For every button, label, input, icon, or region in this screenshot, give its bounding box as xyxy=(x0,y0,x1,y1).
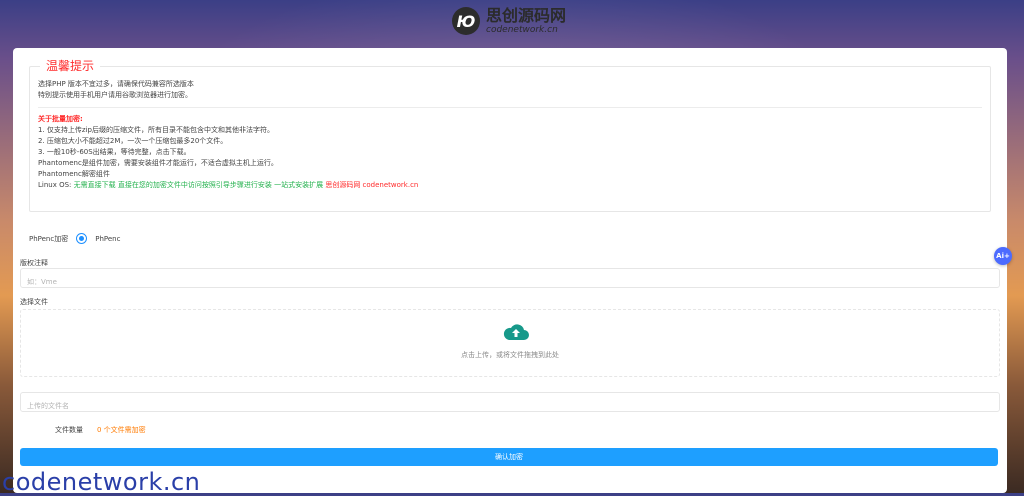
file-count-label: 文件数量 xyxy=(55,426,83,434)
cloud-upload-icon xyxy=(503,324,529,340)
radio-selected-dot xyxy=(79,236,85,241)
encrypt-type-label: PhPenc加密 xyxy=(29,234,69,243)
batch-title: 关于批量加密: xyxy=(38,115,83,123)
tips-fieldset: 温馨提示 选择PHP 版本不宜过多，请确保代码兼容所选版本 特别提示使用手机用户… xyxy=(29,57,991,212)
upload-hint: 点击上传，或将文件拖拽到此处 xyxy=(461,351,559,359)
filename-field[interactable] xyxy=(20,392,1000,415)
encrypt-type-row: PhPenc加密 PhPenc xyxy=(29,233,120,244)
tips-content: 选择PHP 版本不宜过多，请确保代码兼容所选版本 特别提示使用手机用户请用谷歌浏… xyxy=(38,79,982,191)
main-panel: 温馨提示 选择PHP 版本不宜过多，请确保代码兼容所选版本 特别提示使用手机用户… xyxy=(13,48,1007,493)
linux-prefix: Linux OS: xyxy=(38,181,72,189)
confirm-encrypt-button[interactable]: 确认加密 xyxy=(20,448,998,466)
ai-assistant-button[interactable]: Ai+ xyxy=(994,247,1012,265)
batch-item: Phantomenc是组件加密，需要安装组件才能运行，不适合虚拟主机上运行。 xyxy=(38,159,278,167)
logo-subtitle: codenetwork.cn xyxy=(486,24,558,35)
file-count-value: 0 个文件需加密 xyxy=(97,426,146,434)
select-file-label: 选择文件 xyxy=(20,298,48,306)
tips-divider xyxy=(38,107,982,108)
upload-dropzone[interactable]: 点击上传，或将文件拖拽到此处 xyxy=(20,309,1000,377)
copyright-field[interactable] xyxy=(20,268,1000,291)
logo-text: 思创源码网 codenetwork.cn xyxy=(486,5,567,35)
file-count-row: 文件数量 0 个文件需加密 xyxy=(55,425,146,435)
batch-item: 3. 一般10秒-60S出结果，等待完整，点击下载。 xyxy=(38,148,191,156)
site-logo[interactable]: Ю 思创源码网 codenetwork.cn xyxy=(452,6,582,36)
linux-site-link[interactable]: 思创源码网 codenetwork.cn xyxy=(325,181,418,189)
tips-legend: 温馨提示 xyxy=(40,57,101,74)
tips-line-php: 选择PHP 版本不宜过多，请确保代码兼容所选版本 xyxy=(38,80,194,88)
phpenc-radio[interactable] xyxy=(76,233,88,244)
linux-install-link[interactable]: 无需直接下载 直接在您的加密文件中访问按照引导步骤进行安装 一站式安装扩展 xyxy=(74,181,323,189)
batch-item: 1. 仅支持上传zip后缀的压缩文件，所有目录不能包含中文和其他非法字符。 xyxy=(38,126,274,134)
filename-input[interactable] xyxy=(21,397,999,415)
copyright-input[interactable] xyxy=(21,273,999,291)
logo-mark-icon: Ю xyxy=(452,7,480,35)
copyright-label: 版权注释 xyxy=(20,259,48,267)
logo-title: 思创源码网 xyxy=(486,5,567,25)
batch-item: Phantomenc解密组件 xyxy=(38,170,110,178)
tips-line-mobile: 特别提示使用手机用户请用谷歌浏览器进行加密。 xyxy=(38,91,192,99)
watermark-text: codenetwork.cn xyxy=(2,468,201,496)
phpenc-option-label[interactable]: PhPenc xyxy=(95,235,120,243)
linux-os-line: Linux OS: 无需直接下载 直接在您的加密文件中访问按照引导步骤进行安装 … xyxy=(38,180,982,191)
batch-item: 2. 压缩包大小不能超过2M，一次一个压缩包最多20个文件。 xyxy=(38,137,228,145)
